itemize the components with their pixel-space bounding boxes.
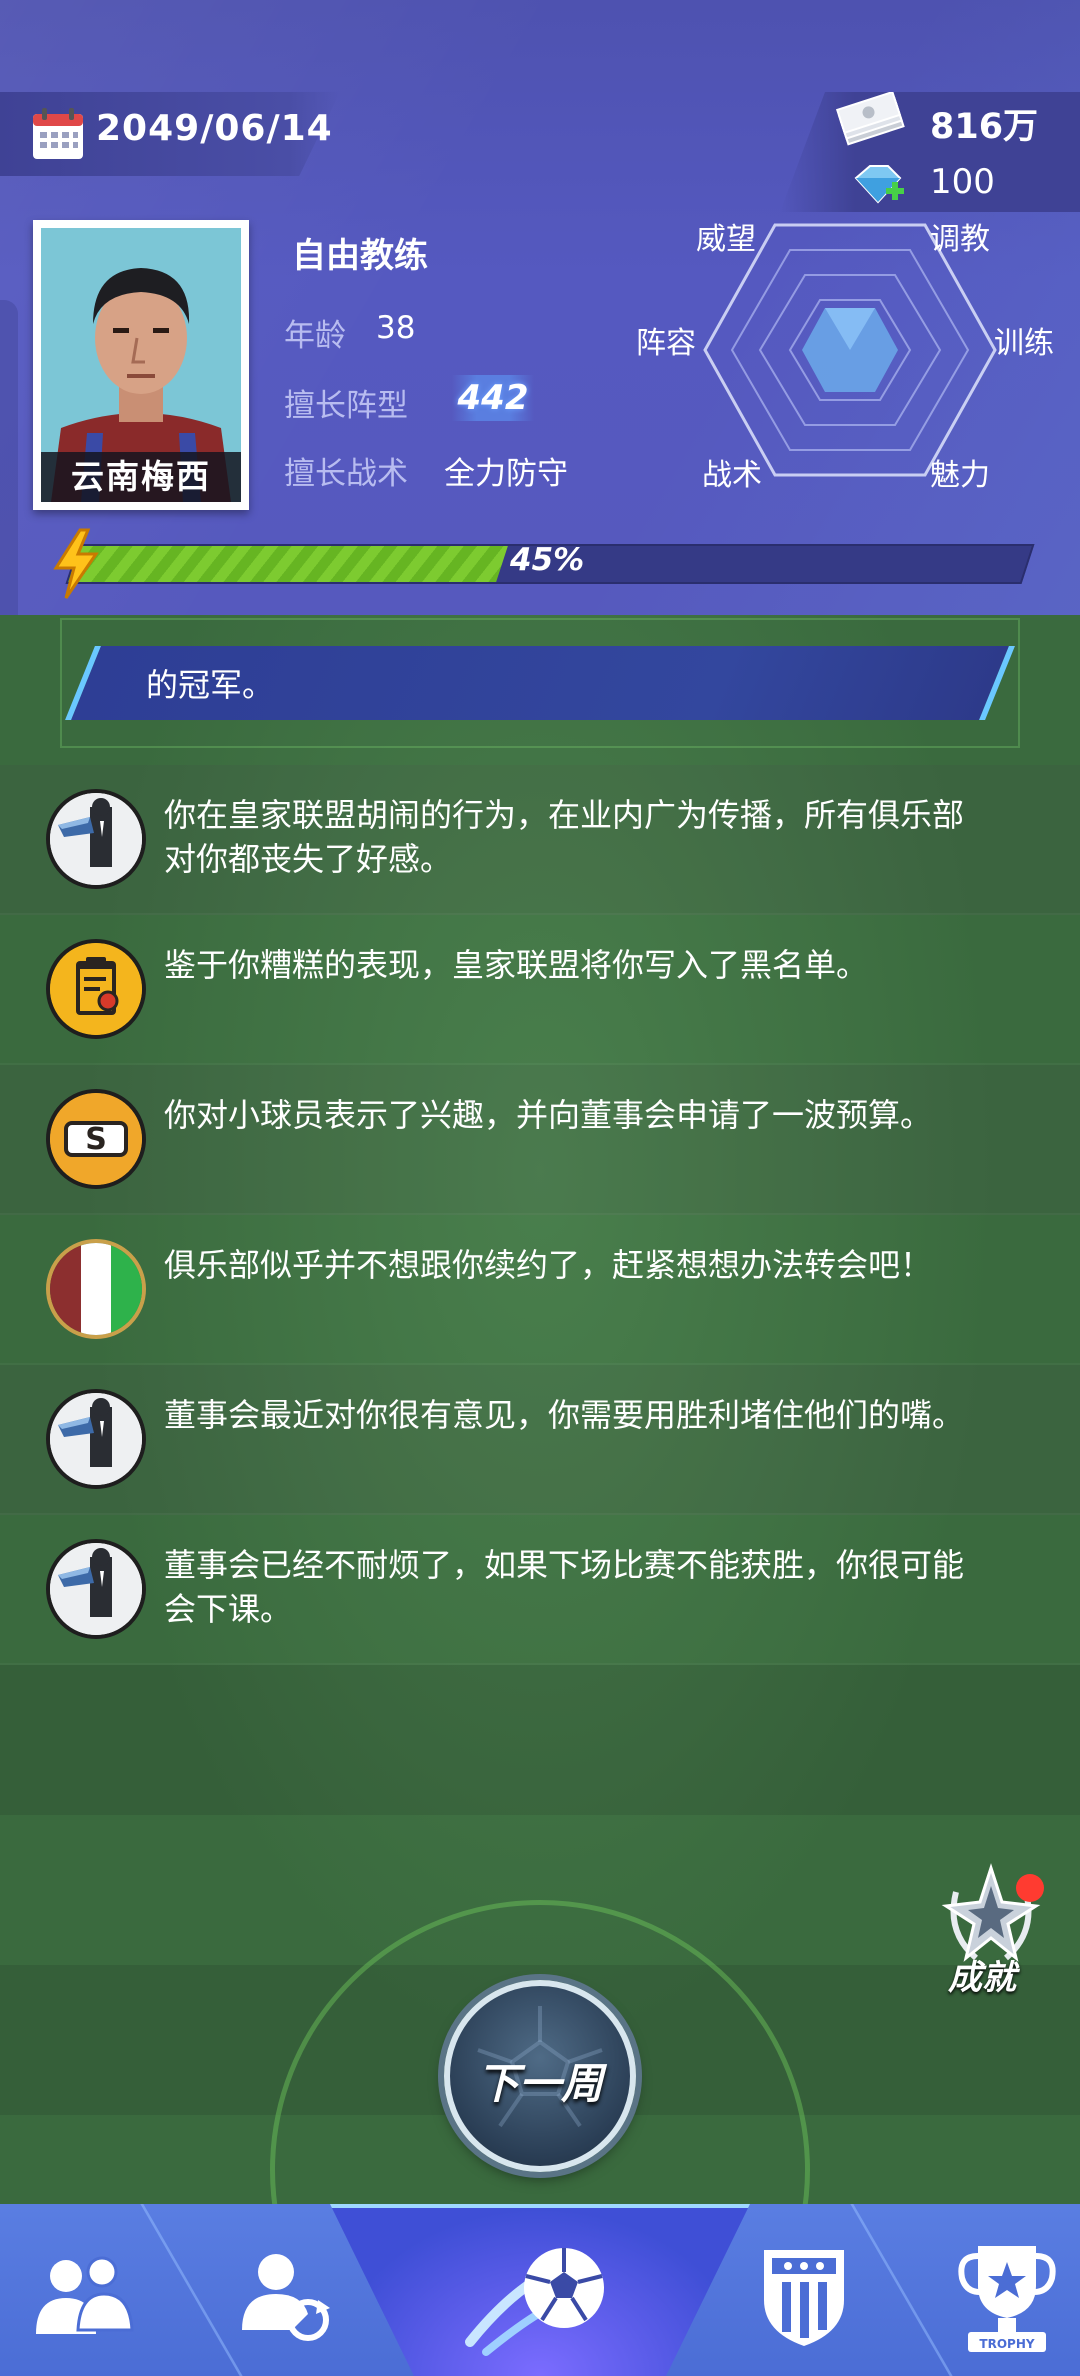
gem-amount: 100: [930, 162, 995, 202]
coach-portrait[interactable]: 云南梅西: [33, 220, 249, 510]
side-drawer-tab[interactable]: [0, 300, 18, 640]
svg-text:S: S: [85, 1122, 107, 1157]
progress-percent: 45%: [510, 542, 585, 578]
news-item: 俱乐部似乎并不想跟你续约了，赶紧想想办法转会吧！: [0, 1215, 1080, 1365]
news-item: 董事会已经不耐烦了，如果下场比赛不能获胜，你很可能会下课。: [0, 1515, 1080, 1665]
team-icon[interactable]: [28, 2250, 138, 2340]
match-icon[interactable]: [460, 2232, 620, 2362]
age-label: 年龄: [284, 318, 346, 354]
news-item: 鉴于你糟糕的表现，皇家联盟将你写入了黑名单。: [0, 915, 1080, 1065]
club-icon[interactable]: [756, 2240, 852, 2350]
trophy-text: TROPHY: [979, 2337, 1034, 2351]
news-item: S 你对小球员表示了兴趣，并向董事会申请了一波预算。: [0, 1065, 1080, 1215]
news-item: 你在皇家联盟胡闹的行为，在业内广为传播，所有俱乐部对你都丧失了好感。: [0, 765, 1080, 915]
trophy-icon[interactable]: TROPHY: [954, 2236, 1060, 2360]
news-text: 董事会已经不耐烦了，如果下场比赛不能获胜，你很可能会下课。: [164, 1546, 965, 1628]
radar-label-charisma: 魅力: [930, 458, 990, 493]
tactic-label: 擅长战术: [284, 456, 408, 492]
diamond-plus-icon[interactable]: [848, 160, 908, 210]
coach-name: 云南梅西: [41, 452, 241, 502]
radar-label-prestige: 威望: [696, 222, 756, 257]
tactic-value: 全力防守: [444, 456, 568, 492]
news-text: 俱乐部似乎并不想跟你续约了，赶紧想想办法转会吧！: [164, 1246, 933, 1284]
age-value: 38: [376, 310, 416, 346]
dollar-icon: S: [46, 1089, 146, 1189]
radar-label-coaching: 调教: [930, 222, 990, 257]
news-item: 董事会最近对你很有意见，你需要用胜利堵住他们的嘴。: [0, 1365, 1080, 1515]
progress-fill: [68, 546, 509, 582]
radar-label-tactics: 战术: [702, 458, 762, 493]
banner-text: 的冠军。: [146, 666, 275, 704]
news-text: 你对小球员表示了兴趣，并向董事会申请了一波预算。: [164, 1096, 933, 1134]
ability-radar[interactable]: [700, 220, 1000, 480]
coach-status: 自由教练: [292, 236, 428, 276]
manager-icon: [46, 1389, 146, 1489]
transfer-icon[interactable]: [232, 2244, 332, 2344]
news-text: 董事会最近对你很有意见，你需要用胜利堵住他们的嘴。: [164, 1396, 965, 1434]
notification-dot: [1016, 1874, 1044, 1902]
formation-value: 442: [452, 375, 534, 421]
next-week-label[interactable]: 下一周: [444, 2050, 636, 2111]
radar-label-squad: 阵容: [636, 326, 696, 361]
clipboard-icon: [46, 939, 146, 1039]
manager-icon: [46, 789, 146, 889]
news-text: 你在皇家联盟胡闹的行为，在业内广为传播，所有俱乐部对你都丧失了好感。: [164, 796, 965, 878]
achievement-label[interactable]: 成就: [948, 1950, 1016, 1999]
manager-icon: [46, 1539, 146, 1639]
news-text: 鉴于你糟糕的表现，皇家联盟将你写入了黑名单。: [164, 946, 869, 984]
calendar-icon: [33, 108, 83, 159]
formation-label: 擅长阵型: [284, 388, 408, 424]
news-list: 你在皇家联盟胡闹的行为，在业内广为传播，所有俱乐部对你都丧失了好感。 鉴于你糟糕…: [0, 765, 1080, 1665]
radar-label-training: 训练: [994, 326, 1054, 361]
cash-icon: [836, 92, 905, 146]
lightning-icon: [53, 528, 99, 599]
cash-amount: 816万: [930, 107, 1039, 147]
current-date: 2049/06/14: [96, 108, 333, 149]
italy-flag-icon: [46, 1239, 146, 1339]
